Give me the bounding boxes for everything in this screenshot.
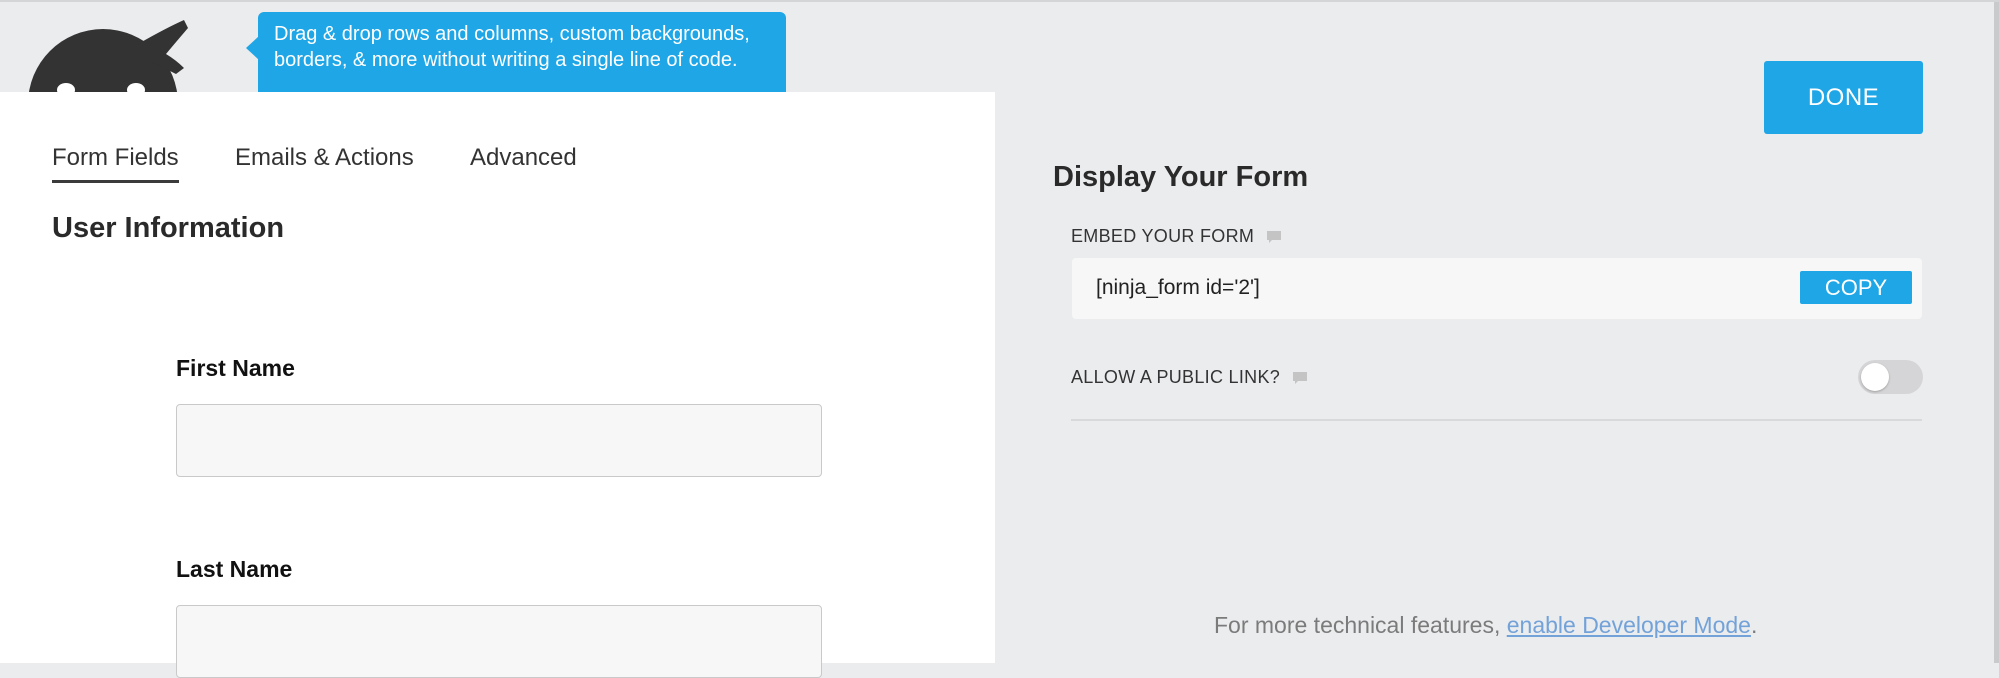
- done-button[interactable]: DONE: [1764, 61, 1923, 134]
- embed-code-box: [ninja_form id='2'] COPY: [1072, 258, 1922, 319]
- copy-button[interactable]: COPY: [1800, 271, 1912, 304]
- embed-form-label: EMBED YOUR FORM: [1071, 226, 1255, 246]
- window-top-border: [0, 0, 1999, 2]
- settings-divider: [1071, 419, 1922, 421]
- tab-advanced[interactable]: Advanced: [470, 144, 577, 180]
- developer-mode-note: For more technical features, enable Deve…: [1214, 612, 1757, 639]
- ninja-forms-logo-icon: [26, 14, 196, 92]
- display-form-title: Display Your Form: [1053, 161, 1309, 193]
- embed-shortcode[interactable]: [ninja_form id='2']: [1096, 276, 1260, 300]
- tab-form-fields[interactable]: Form Fields: [52, 144, 179, 183]
- footer-suffix: .: [1750, 612, 1758, 638]
- toggle-knob: [1861, 363, 1889, 391]
- public-link-setting: ALLOW A PUBLIC LINK?: [1071, 367, 1308, 388]
- window-scrollbar[interactable]: [1994, 2, 1999, 663]
- last-name-label: Last Name: [176, 556, 293, 582]
- footer-prefix: For more technical features,: [1214, 612, 1507, 638]
- last-name-input[interactable]: [176, 605, 822, 678]
- public-link-toggle[interactable]: [1858, 360, 1923, 394]
- form-builder-panel: Form Fields Emails & Actions Advanced Us…: [0, 92, 995, 678]
- tooltip-text: Drag & drop rows and columns, custom bac…: [274, 23, 750, 71]
- tab-emails-actions[interactable]: Emails & Actions: [235, 144, 414, 180]
- first-name-input[interactable]: [176, 404, 822, 477]
- enable-developer-mode-link[interactable]: enable Developer Mode: [1507, 612, 1751, 638]
- public-link-label: ALLOW A PUBLIC LINK?: [1071, 367, 1281, 387]
- embed-form-setting: EMBED YOUR FORM: [1071, 226, 1282, 247]
- first-name-label: First Name: [176, 355, 295, 381]
- comment-icon[interactable]: [1292, 371, 1308, 385]
- comment-icon[interactable]: [1266, 230, 1282, 244]
- section-title: User Information: [52, 212, 285, 244]
